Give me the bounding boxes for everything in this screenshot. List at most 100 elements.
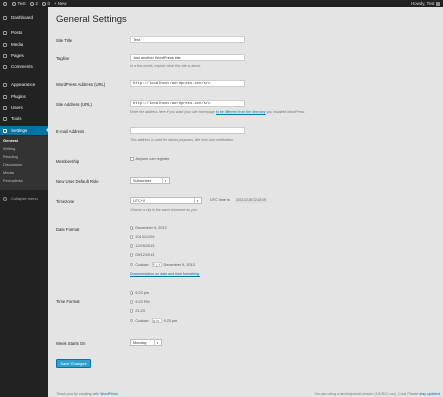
date-custom-preview: December 9, 2013: [163, 262, 195, 267]
stay-updated-link[interactable]: stay updated.: [419, 392, 441, 396]
page-title: General Settings: [56, 14, 127, 25]
sidebar-item-media[interactable]: Media: [0, 40, 48, 49]
sidebar-item-appearance[interactable]: Appearance: [0, 80, 48, 89]
time-format-option[interactable]: 9:23 pm: [130, 291, 149, 295]
comments-count: 0: [47, 1, 50, 6]
admin-bar-updates[interactable]: 2: [30, 0, 38, 7]
chevron-down-icon: ▾: [154, 340, 160, 346]
site-name-label: Test: [17, 1, 26, 6]
sidebar-item-comments[interactable]: Comments: [0, 62, 48, 71]
wordpress-link[interactable]: WordPress.: [100, 392, 119, 396]
sidebar-item-label: Comments: [11, 64, 33, 69]
sidebar-item-label: Tools: [11, 116, 22, 121]
sidebar-item-tools[interactable]: Tools: [0, 114, 48, 123]
admin-bar-comments[interactable]: 0: [42, 0, 50, 7]
dashboard-icon: [3, 15, 7, 20]
admin-bar-account[interactable]: Howdy, Test: [411, 0, 440, 7]
submenu-item-writing[interactable]: Writing: [3, 145, 15, 153]
week-starts-on-label: Week Starts On: [56, 341, 86, 346]
site-address-link[interactable]: to be different from the directory: [216, 110, 266, 114]
site-title-label: Site Title: [56, 38, 73, 43]
time-custom-input[interactable]: g:i a: [151, 318, 162, 323]
radio-button: [130, 291, 134, 295]
submenu-item-media[interactable]: Media: [3, 169, 14, 177]
default-role-select[interactable]: Subscriber ▾: [130, 177, 170, 184]
posts-icon: [3, 30, 7, 35]
admin-bar-site[interactable]: Test: [12, 0, 26, 7]
date-format-custom[interactable]: Custom: F j, Y December 9, 2013: [130, 262, 195, 267]
time-format-option[interactable]: 9:23 PM: [130, 300, 150, 304]
collapse-menu-label: Collapse menu: [11, 196, 38, 201]
radio-button: [130, 300, 134, 304]
footer-version-text: You are using a development version (3.8…: [314, 392, 419, 396]
tagline-input[interactable]: Just another WordPress site: [130, 54, 245, 61]
time-format-text: 21:23: [135, 309, 145, 313]
submenu-item-reading[interactable]: Reading: [3, 153, 18, 161]
date-format-option[interactable]: 2013/12/09: [130, 235, 154, 239]
default-role-value: Subscriber: [133, 178, 152, 183]
custom-label: Custom:: [135, 262, 150, 267]
date-custom-input[interactable]: F j, Y: [151, 262, 162, 267]
membership-label: Membership: [56, 159, 80, 164]
date-format-label: Date Format: [56, 227, 80, 232]
sidebar-item-plugins[interactable]: Plugins: [0, 92, 48, 101]
date-format-option[interactable]: 09/12/2013: [130, 253, 154, 257]
admin-bar-new[interactable]: + New: [54, 0, 67, 7]
settings-content: General Settings Site Title Test Tagline…: [48, 7, 443, 397]
radio-button: [130, 262, 134, 267]
new-label: + New: [54, 1, 67, 6]
wordpress-address-label: WordPress Address (URL): [56, 82, 106, 87]
site-address-desc-text-2: you installed WordPress.: [266, 110, 306, 114]
tagline-description: In a few words, explain what this site i…: [130, 64, 202, 68]
site-title-input[interactable]: Test: [130, 36, 245, 43]
email-description: This address is used for admin purposes,…: [130, 138, 235, 142]
updates-count: 2: [35, 1, 38, 6]
time-custom-preview: 9:23 pm: [163, 318, 178, 323]
footer-credit-text: Thank you for creating with: [56, 392, 100, 396]
collapse-icon: [3, 196, 7, 201]
sidebar-item-dashboard[interactable]: Dashboard: [0, 13, 48, 22]
updates-icon: [30, 1, 34, 6]
radio-button: [130, 226, 134, 230]
time-format-option[interactable]: 21:23: [130, 309, 145, 313]
radio-button: [130, 309, 134, 313]
radio-button: [130, 318, 134, 323]
timezone-select[interactable]: UTC+0 ▾: [130, 197, 202, 204]
appearance-icon: [3, 82, 7, 87]
footer-version: You are using a development version (3.8…: [314, 392, 441, 396]
wordpress-address-input[interactable]: http://localhost/wordpress-svn/src: [130, 80, 245, 87]
site-address-label: Site Address (URL): [56, 102, 92, 107]
checkbox-box: [130, 157, 134, 161]
sidebar-item-posts[interactable]: Posts: [0, 28, 48, 37]
tools-icon: [3, 116, 7, 121]
avatar: [436, 1, 440, 6]
membership-checkbox[interactable]: Anyone can register: [130, 157, 169, 161]
site-address-input[interactable]: http://localhost/wordpress-svn/src: [130, 100, 245, 107]
time-format-custom[interactable]: Custom: g:i a 9:23 pm: [130, 318, 177, 323]
submenu-item-permalinks[interactable]: Permalinks: [3, 177, 23, 185]
sidebar-item-label: Appearance: [11, 82, 36, 87]
sidebar-item-label: Dashboard: [11, 15, 34, 20]
date-format-option[interactable]: 12/09/2013: [130, 244, 154, 248]
week-starts-on-value: Monday: [133, 340, 147, 345]
email-address-input[interactable]: [130, 127, 245, 134]
email-address-label: E-mail Address: [56, 129, 85, 134]
timezone-description: Choose a city in the same timezone as yo…: [130, 208, 198, 212]
chevron-down-icon: ▾: [194, 198, 200, 204]
sidebar-item-pages[interactable]: Pages: [0, 51, 48, 60]
date-format-text: December 9, 2013: [135, 226, 167, 230]
submenu-item-discussion[interactable]: Discussion: [3, 161, 22, 169]
settings-icon: [3, 128, 7, 133]
sidebar-item-label: Media: [11, 42, 24, 47]
week-starts-on-select[interactable]: Monday ▾: [130, 339, 162, 346]
save-changes-button[interactable]: Save Changes: [56, 359, 91, 368]
sidebar-item-label: Posts: [11, 30, 23, 35]
admin-bar: Test 2 0 + New Howdy, Test: [0, 0, 443, 7]
date-format-option[interactable]: December 9, 2013: [130, 226, 167, 230]
wordpress-logo-icon[interactable]: [3, 0, 9, 7]
sidebar-item-settings[interactable]: Settings: [0, 126, 48, 135]
date-time-documentation-link[interactable]: Documentation on date and time formattin…: [130, 272, 200, 276]
submenu-item-general[interactable]: General: [3, 137, 18, 145]
sidebar-item-users[interactable]: Users: [0, 103, 48, 112]
collapse-menu-button[interactable]: Collapse menu: [0, 194, 48, 203]
